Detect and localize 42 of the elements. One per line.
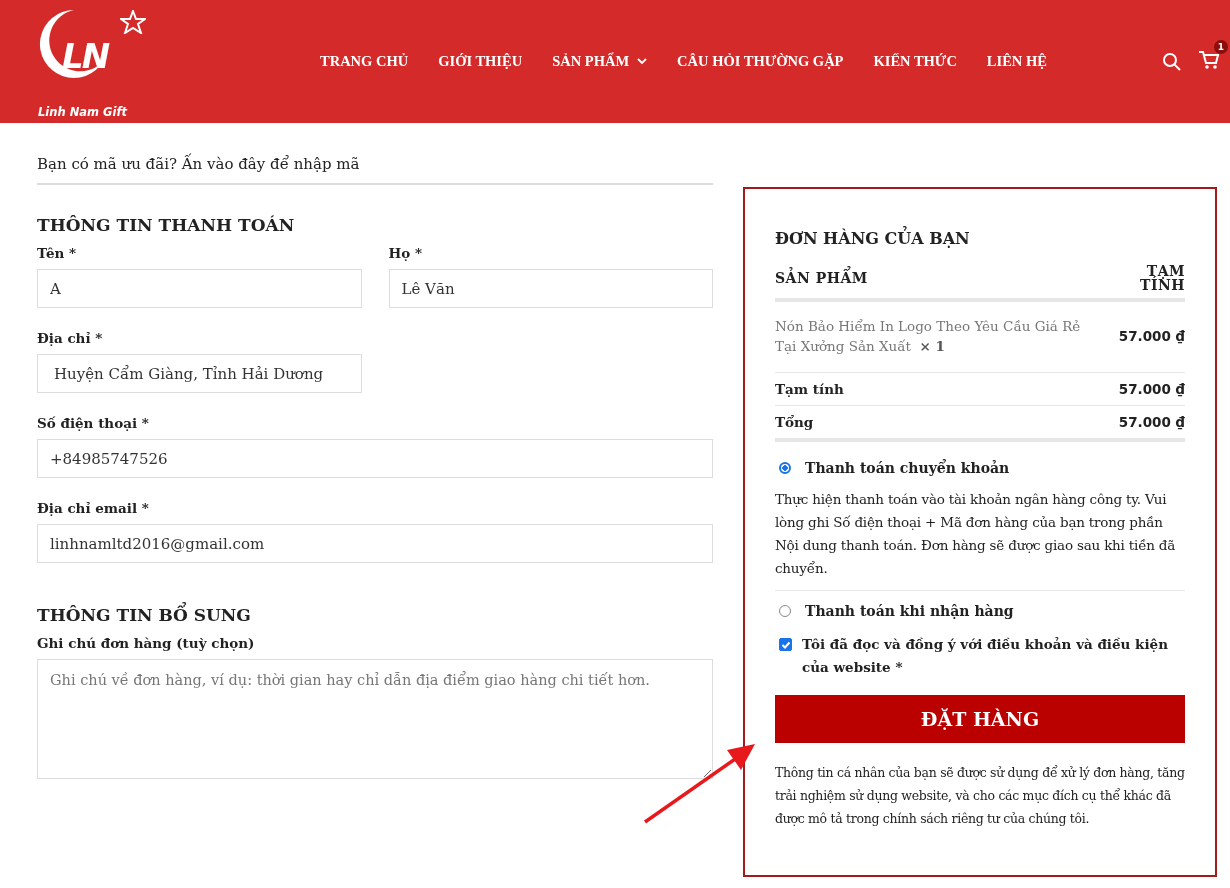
radio-button[interactable] bbox=[779, 462, 791, 474]
cart-count-badge: 1 bbox=[1214, 39, 1228, 54]
payment-description: Thực hiện thanh toán vào tài khoản ngân hàng công ty. Vui lòng ghi Số điện thoại + Mã đơn hàng của bạn trong phần Nội dung thanh toán. Đơn hàng sẽ được giao sau khi tiền đã chuyển. bbox=[775, 490, 1177, 578]
nav-link[interactable]: LIÊN HỆ bbox=[986, 53, 1047, 70]
input-field[interactable]: A bbox=[37, 269, 362, 308]
privacy-note: Thông tin cá nhân của bạn sẽ được sử dụng để xử lý đơn hàng, tăng trải nghiệm sử dụng website, và cho các mục đích cụ thể khác đã được mô tả trong chính sách riêng tư của chúng tôi. bbox=[775, 764, 1185, 828]
notes-field[interactable]: Ghi chú về đơn hàng, ví dụ: thời gian hay chỉ dẫn địa điểm giao hàng chi tiết hơn. bbox=[37, 659, 713, 779]
field-label: Tên * bbox=[37, 245, 78, 261]
payment-option-label[interactable]: Thanh toán chuyển khoản bbox=[805, 460, 1010, 476]
input-field[interactable]: linhnamltd2016@gmail.com bbox=[37, 524, 713, 563]
nav-link[interactable]: TRANG CHỦ bbox=[320, 53, 409, 70]
field-label: Ghi chú đơn hàng (tuỳ chọn) bbox=[37, 635, 256, 651]
input-field[interactable]: +84985747526 bbox=[37, 439, 713, 478]
nav-link[interactable]: SẢN PHẨM bbox=[552, 53, 648, 70]
subtotal-value: 57.000 ₫ bbox=[1118, 381, 1185, 397]
checkbox[interactable] bbox=[779, 638, 792, 651]
logo-mark[interactable]: LN bbox=[62, 35, 109, 76]
star-icon bbox=[120, 9, 146, 34]
payment-option-label[interactable]: Thanh toán khi nhận hàng bbox=[805, 603, 1014, 619]
field-label: Số điện thoại * bbox=[37, 415, 150, 431]
input-field[interactable]: Huyện Cẩm Giàng, Tỉnh Hải Dương bbox=[37, 354, 362, 393]
coupon-notice[interactable]: Bạn có mã ưu đãi? Ấn vào đây để nhập mã bbox=[37, 155, 713, 185]
input-field[interactable]: Lê Văn bbox=[388, 269, 713, 308]
total-label: Tổng bbox=[775, 414, 814, 430]
price: 57.000 ₫ bbox=[1118, 328, 1185, 344]
nav-link[interactable]: CÂU HỎI THƯỜNG GẶP bbox=[677, 53, 844, 70]
place-order-button[interactable]: ĐẶT HÀNG bbox=[775, 695, 1185, 743]
section-heading: THÔNG TIN THANH TOÁN bbox=[37, 215, 296, 235]
field-label: Họ * bbox=[388, 245, 424, 261]
subtotal-label: Tạm tính bbox=[775, 381, 844, 397]
cart-icon[interactable] bbox=[1198, 49, 1220, 70]
total-value: 57.000 ₫ bbox=[1118, 414, 1185, 430]
field-label: Địa chỉ * bbox=[37, 330, 104, 346]
chevron-down-icon bbox=[637, 58, 648, 65]
product-name: Nón Bảo Hiểm In Logo Theo Yêu Cầu Giá Rẻ Tại Xưởng Sản Xuất × 1 bbox=[775, 317, 1082, 356]
nav-link[interactable]: GIỚI THIỆU bbox=[438, 53, 523, 70]
nav-link[interactable]: KIẾN THỨC bbox=[873, 53, 957, 70]
logo-name[interactable]: Linh Nam Gift bbox=[38, 104, 127, 119]
column-header: TẠM TÍNH bbox=[1139, 264, 1185, 292]
terms-text: Tôi đã đọc và đồng ý với điều khoản và điều kiện của website * bbox=[802, 635, 1169, 677]
field-label: Địa chỉ email * bbox=[37, 500, 150, 516]
search-icon[interactable] bbox=[1162, 51, 1182, 72]
